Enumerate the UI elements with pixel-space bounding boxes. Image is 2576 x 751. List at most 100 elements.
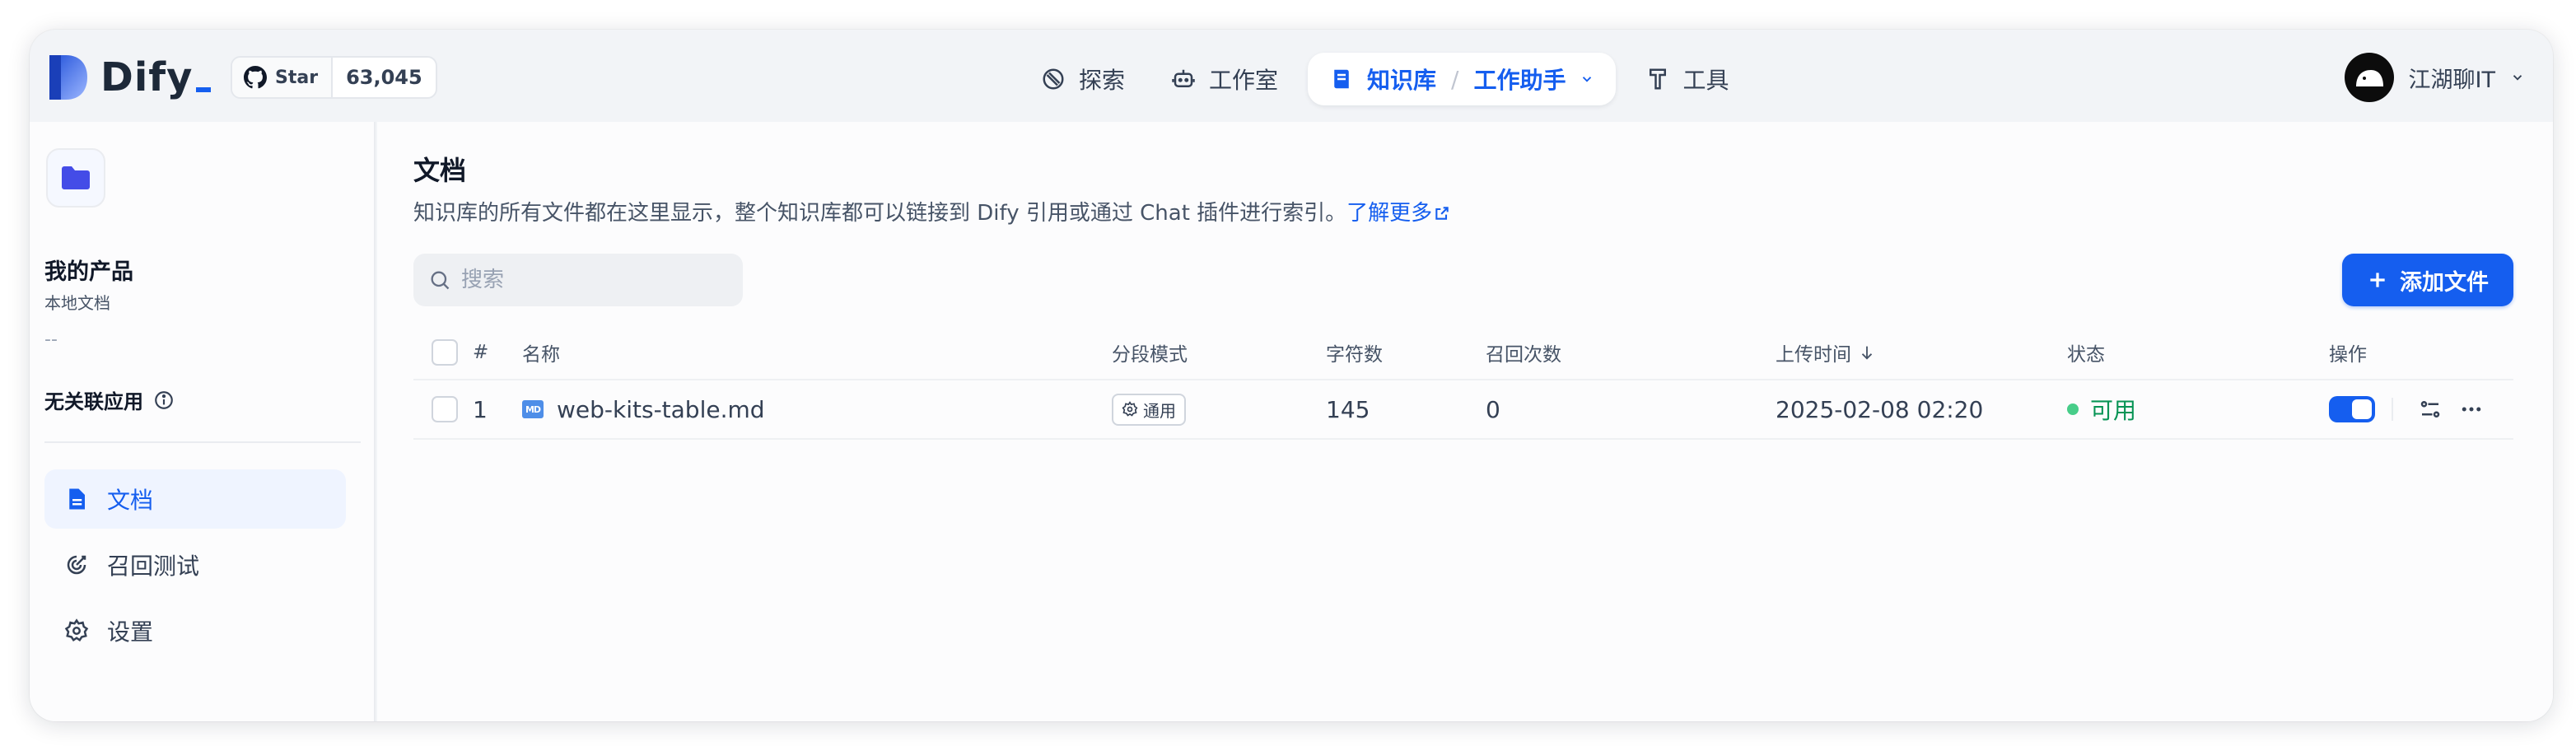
dataset-icon (46, 148, 105, 208)
avatar[interactable] (2344, 53, 2394, 102)
header-actions: 操作 (2329, 344, 2367, 366)
github-icon (244, 66, 267, 89)
enable-toggle[interactable] (2329, 396, 2375, 422)
user-name[interactable]: 江湖聊IT (2409, 62, 2495, 94)
page-description: 知识库的所有文件都在这里显示，整个知识库都可以链接到 Dify 引用或通过 Ch… (413, 196, 1450, 226)
learn-more-link[interactable]: 了解更多 (1346, 201, 1450, 226)
nav-knowledge[interactable]: 知识库 / 工作助手 (1308, 53, 1616, 105)
sidebar-divider (44, 441, 361, 443)
nav-tools-label: 工具 (1682, 67, 1729, 94)
dataset-source: 本地文档 (44, 293, 110, 313)
row-actions (2329, 380, 2492, 438)
dify-logo-icon (49, 55, 87, 100)
header-upload-time-sort[interactable]: 上传时间 (1776, 326, 1876, 379)
mode-badge: 通用 (1112, 393, 1186, 426)
document-icon (69, 488, 85, 510)
gear-icon (1122, 401, 1138, 417)
nav-explore[interactable]: 探索 (1018, 53, 1148, 105)
header-mode: 分段模式 (1112, 344, 1188, 366)
linked-apps-label: 无关联应用 (44, 390, 143, 413)
row-mode-cell: 通用 (1112, 380, 1186, 438)
sidebar-item-label: 文档 (107, 487, 154, 514)
row-index: 1 (473, 395, 488, 423)
user-avatar-icon (2355, 70, 2383, 86)
info-icon[interactable] (153, 389, 175, 411)
row-upload-time: 2025-02-08 02:20 (1776, 395, 1984, 423)
status-label: 可用 (2090, 397, 2137, 424)
nav-knowledge-label: 知识库 (1367, 67, 1437, 94)
search-input[interactable] (461, 268, 725, 292)
github-star-count[interactable]: 63,045 (333, 58, 436, 97)
logo-cursor (196, 87, 212, 92)
dataset-description: -- (44, 329, 58, 350)
header-index: # (473, 342, 489, 363)
header-chars: 字符数 (1326, 344, 1383, 366)
header-status: 状态 (2067, 344, 2105, 366)
page-title: 文档 (413, 155, 467, 186)
nav-separator: / (1451, 65, 1459, 93)
sidebar-item-settings[interactable]: 设置 (44, 601, 346, 660)
dataset-name: 我的产品 (44, 259, 133, 285)
select-all-checkbox[interactable] (432, 339, 458, 366)
sidebar-item-label: 召回测试 (107, 553, 200, 580)
user-menu[interactable]: 江湖聊IT (2344, 53, 2525, 102)
sidebar-item-documents[interactable]: 文档 (44, 469, 346, 529)
top-header: Dify Star 63,045 探索 工作室 知识库 / 工作助手 工具 江湖… (30, 30, 2553, 122)
row-select-cell (432, 380, 458, 438)
header-hits: 召回次数 (1486, 344, 1561, 366)
table-header: # 名称 分段模式 字符数 召回次数 上传时间 状态 操作 (413, 326, 2513, 380)
mode-label: 通用 (1143, 400, 1176, 421)
sidebar: 我的产品 本地文档 -- 无关联应用 文档 召回测试 设置 (30, 122, 376, 721)
search-box[interactable] (413, 254, 743, 306)
learn-more-label: 了解更多 (1346, 201, 1433, 226)
hammer-icon (1649, 68, 1666, 90)
book-icon (1334, 69, 1349, 89)
table-row[interactable]: 1 MD web-kits-table.md 通用 145 0 2025-02-… (413, 380, 2513, 440)
row-hits: 0 (1486, 395, 1500, 423)
robot-icon (1172, 69, 1195, 87)
actions-divider (2392, 398, 2393, 421)
github-star-label: Star (275, 67, 319, 88)
header-name: 名称 (522, 344, 560, 366)
linked-apps: 无关联应用 (44, 385, 175, 414)
select-all-cell (432, 326, 458, 379)
app-window: Dify Star 63,045 探索 工作室 知识库 / 工作助手 工具 江湖… (30, 30, 2553, 721)
add-file-label: 添加文件 (2400, 269, 2489, 296)
arrow-down-icon (1861, 346, 1873, 360)
nav-studio-label: 工作室 (1209, 67, 1279, 94)
github-star-widget[interactable]: Star 63,045 (231, 56, 437, 99)
markdown-file-icon: MD (522, 400, 544, 418)
sidebar-item-label: 设置 (107, 618, 154, 646)
row-name-cell[interactable]: MD web-kits-table.md (522, 380, 765, 438)
header-upload-time: 上传时间 (1776, 344, 1851, 366)
settings-sliders-icon[interactable] (2418, 397, 2443, 422)
compass-icon (1043, 68, 1064, 90)
gear-icon (64, 618, 89, 641)
sidebar-item-retrieval-test[interactable]: 召回测试 (44, 535, 346, 595)
nav-studio[interactable]: 工作室 (1148, 53, 1301, 105)
chevron-down-icon[interactable] (1580, 72, 1594, 86)
chevron-down-icon[interactable] (2510, 70, 2525, 85)
plus-icon (2370, 273, 2385, 287)
toggle-knob (2352, 399, 2372, 419)
more-icon[interactable] (2459, 397, 2484, 422)
nav-tools[interactable]: 工具 (1622, 53, 1752, 105)
app-name: Dify (100, 54, 194, 100)
target-icon (67, 555, 86, 575)
row-chars: 145 (1326, 395, 1370, 423)
row-checkbox[interactable] (432, 396, 458, 422)
main-nav: 探索 工作室 知识库 / 工作助手 工具 (1018, 53, 1752, 105)
page-description-text: 知识库的所有文件都在这里显示，整个知识库都可以链接到 Dify 引用或通过 Ch… (413, 201, 1347, 226)
main-content: 文档 知识库的所有文件都在这里显示，整个知识库都可以链接到 Dify 引用或通过… (377, 122, 2553, 721)
github-star-button[interactable]: Star (232, 58, 334, 97)
folder-icon (62, 166, 90, 189)
dify-logo[interactable]: Dify (48, 53, 212, 102)
documents-table: # 名称 分段模式 字符数 召回次数 上传时间 状态 操作 1 MD web-k… (413, 326, 2513, 440)
row-status: 可用 (2067, 380, 2136, 438)
nav-dataset-selector[interactable]: 工作助手 (1473, 63, 1566, 96)
row-file-name[interactable]: web-kits-table.md (557, 396, 765, 423)
add-file-button[interactable]: 添加文件 (2342, 254, 2513, 306)
search-icon (431, 271, 450, 290)
status-dot (2067, 403, 2079, 415)
nav-explore-label: 探索 (1079, 67, 1126, 94)
